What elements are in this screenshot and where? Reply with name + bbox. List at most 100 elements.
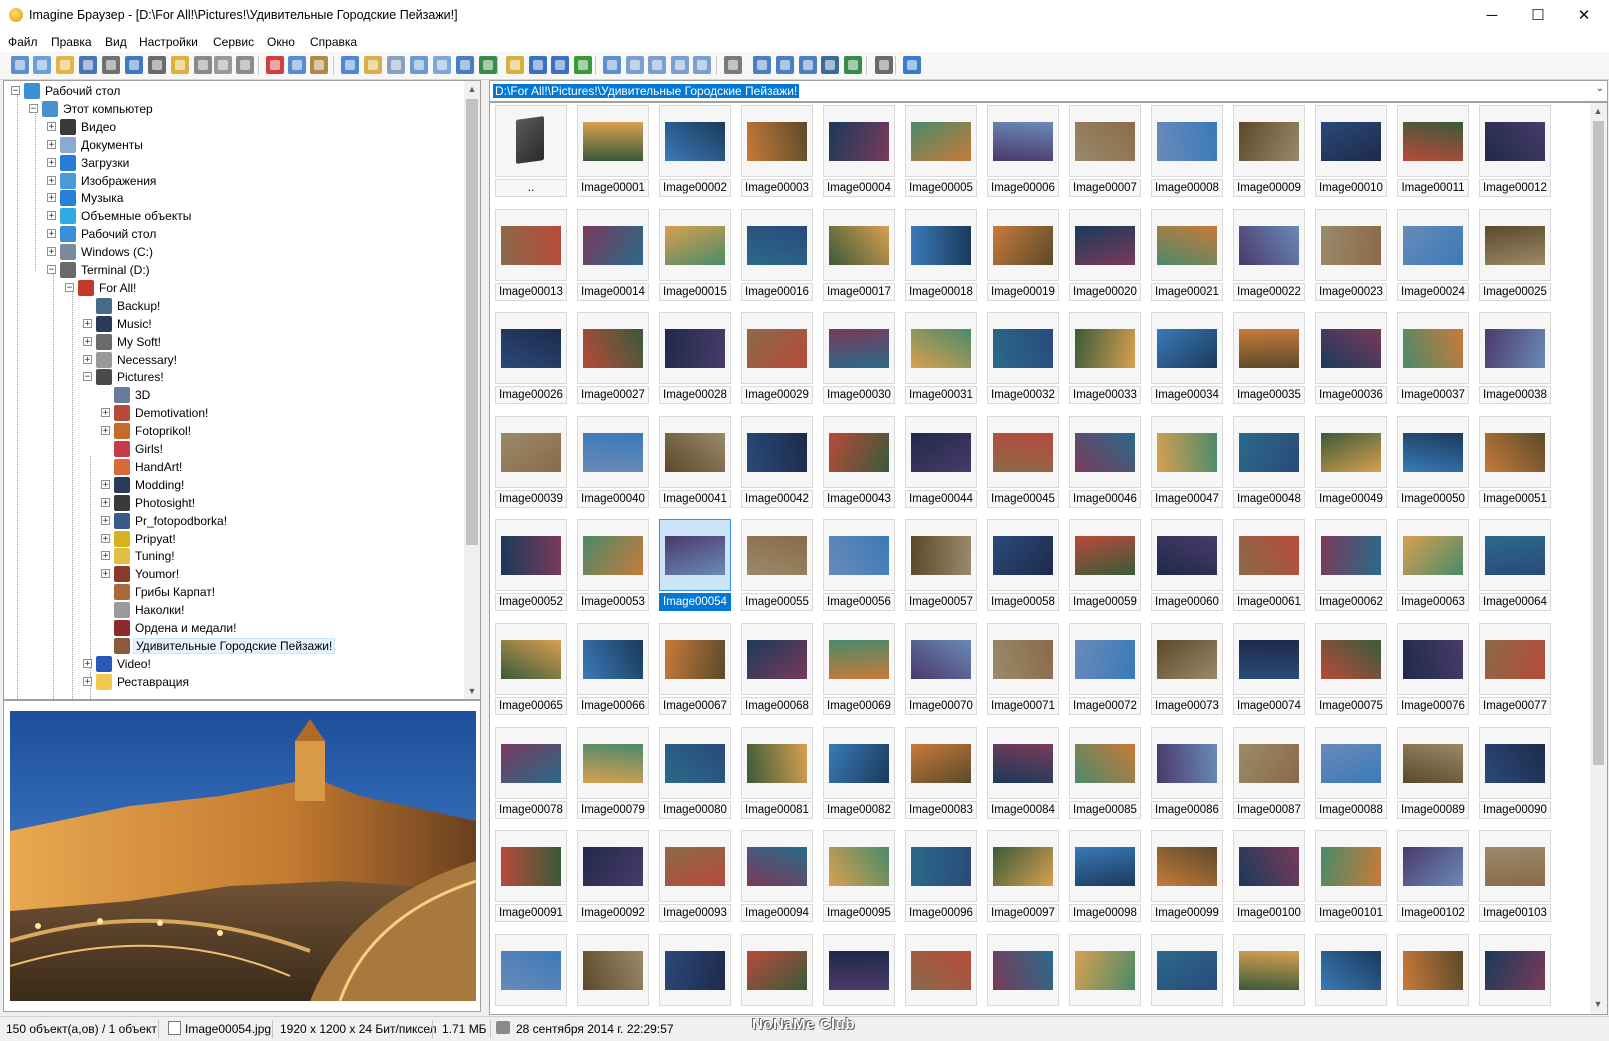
image-thumbnail[interactable]: Image00061 xyxy=(1233,519,1305,613)
image-thumbnail[interactable]: Image00027 xyxy=(577,312,649,406)
image-thumbnail[interactable]: Image00083 xyxy=(905,726,977,821)
monitor-icon[interactable] xyxy=(821,56,839,74)
tree-node[interactable]: + Demotivation! xyxy=(4,404,462,422)
back-icon[interactable] xyxy=(33,56,51,74)
image-thumbnail[interactable]: Image00033 xyxy=(1069,312,1141,406)
image-thumbnail[interactable]: Image00049 xyxy=(1315,415,1387,510)
collapse-icon[interactable]: − xyxy=(83,372,92,382)
menu-window[interactable]: Окно xyxy=(267,35,295,49)
menu-edit[interactable]: Правка xyxy=(51,35,92,49)
image-thumbnail[interactable]: Image00059 xyxy=(1069,519,1141,613)
menu-settings[interactable]: Настройки xyxy=(139,35,198,49)
image-thumbnail[interactable]: Image00087 xyxy=(1233,726,1305,821)
image-thumbnail[interactable]: Image00071 xyxy=(987,623,1059,717)
image-thumbnail[interactable]: Image00005 xyxy=(905,105,977,199)
tree-node[interactable]: − For All! xyxy=(4,279,462,297)
export-icon[interactable] xyxy=(844,56,862,74)
image-thumbnail[interactable]: Image00101 xyxy=(1315,830,1387,924)
image-thumbnail[interactable] xyxy=(1315,933,1387,1014)
image-thumbnail[interactable]: Image00008 xyxy=(1151,105,1223,199)
path-value[interactable]: D:\For All!\Pictures!\Удивительные Город… xyxy=(493,84,800,98)
parent-folder-item[interactable]: .. xyxy=(495,105,567,199)
image-thumbnail[interactable]: Image00038 xyxy=(1479,312,1551,406)
image-thumbnail[interactable]: Image00014 xyxy=(577,208,649,303)
scan-icon[interactable] xyxy=(148,56,166,74)
expand-icon[interactable]: + xyxy=(101,497,110,507)
properties-icon[interactable] xyxy=(236,56,254,74)
scroll-down-icon[interactable]: ▼ xyxy=(1590,996,1606,1012)
image-thumbnail[interactable]: Image00040 xyxy=(577,415,649,510)
convert-icon[interactable] xyxy=(753,56,771,74)
tree-node[interactable]: Backup! xyxy=(4,297,462,315)
image-thumbnail[interactable]: Image00024 xyxy=(1397,208,1469,303)
menu-file[interactable]: Файл xyxy=(8,35,38,49)
image-thumbnail[interactable]: Image00064 xyxy=(1479,519,1551,613)
image-thumbnail[interactable]: Image00072 xyxy=(1069,623,1141,717)
tree-node[interactable]: + Музыка xyxy=(4,189,462,207)
slideshow-icon[interactable] xyxy=(799,56,817,74)
copy-icon[interactable] xyxy=(288,56,306,74)
image-thumbnail[interactable] xyxy=(1479,933,1551,1014)
image-thumbnail[interactable]: Image00048 xyxy=(1233,415,1305,510)
image-thumbnail[interactable]: Image00023 xyxy=(1315,208,1387,303)
image-thumbnail[interactable]: Image00065 xyxy=(495,623,567,717)
grid-scroll-thumb[interactable] xyxy=(1593,121,1604,765)
tree-scrollbar[interactable]: ▲ ▼ xyxy=(464,81,480,699)
image-thumbnail[interactable]: Image00090 xyxy=(1479,726,1551,821)
image-thumbnail[interactable]: Image00025 xyxy=(1479,208,1551,303)
tree-node[interactable]: + Fotoprikol! xyxy=(4,422,462,440)
thumbnails-icon[interactable] xyxy=(603,56,621,74)
image-thumbnail[interactable]: Image00030 xyxy=(823,312,895,406)
tree-node[interactable]: 3D xyxy=(4,386,462,404)
grid-scrollbar[interactable]: ▲ ▼ xyxy=(1590,103,1607,1014)
maximize-button[interactable]: ☐ xyxy=(1515,0,1561,32)
edit-icon[interactable] xyxy=(875,56,893,74)
open-folder-icon[interactable] xyxy=(56,56,74,74)
image-thumbnail[interactable]: Image00026 xyxy=(495,312,567,406)
image-thumbnail[interactable]: Image00029 xyxy=(741,312,813,406)
image-thumbnail[interactable]: Image00060 xyxy=(1151,519,1223,613)
expand-icon[interactable]: + xyxy=(101,408,110,418)
image-thumbnail[interactable]: Image00043 xyxy=(823,415,895,510)
image-thumbnail[interactable]: Image00016 xyxy=(741,208,813,303)
image-thumbnail[interactable]: Image00077 xyxy=(1479,623,1551,717)
image-thumbnail[interactable] xyxy=(905,933,977,1014)
expand-icon[interactable]: + xyxy=(101,479,110,489)
expand-icon[interactable]: + xyxy=(47,157,56,167)
image-thumbnail[interactable]: Image00099 xyxy=(1151,830,1223,924)
tree-node[interactable]: + Windows (C:) xyxy=(4,243,462,261)
close-button[interactable]: ✕ xyxy=(1561,0,1607,32)
grid-large-icon[interactable] xyxy=(456,56,474,74)
image-thumbnail[interactable]: Image00082 xyxy=(823,726,895,821)
image-thumbnail[interactable]: Image00057 xyxy=(905,519,977,613)
image-thumbnail[interactable]: Image00001 xyxy=(577,105,649,199)
table-icon[interactable] xyxy=(693,56,711,74)
expand-icon[interactable]: + xyxy=(101,551,110,561)
arrow-right-icon[interactable] xyxy=(551,56,569,74)
image-thumbnail[interactable]: Image00052 xyxy=(495,519,567,613)
image-thumbnail[interactable] xyxy=(1397,933,1469,1014)
image-thumbnail[interactable] xyxy=(1069,933,1141,1014)
tree-node[interactable]: + Объемные объекты xyxy=(4,207,462,225)
image-thumbnail[interactable]: Image00095 xyxy=(823,830,895,924)
tag-icon[interactable] xyxy=(410,56,428,74)
image-thumbnail[interactable]: Image00034 xyxy=(1151,312,1223,406)
tree-node[interactable]: − Terminal (D:) xyxy=(4,261,462,279)
image-thumbnail[interactable] xyxy=(1151,933,1223,1014)
image-thumbnail[interactable]: Image00088 xyxy=(1315,726,1387,821)
tree-node[interactable]: + Реставрация xyxy=(4,673,462,691)
paste-icon[interactable] xyxy=(310,56,328,74)
help-icon[interactable] xyxy=(903,56,921,74)
expand-icon[interactable]: + xyxy=(47,211,56,221)
image-thumbnail[interactable]: Image00021 xyxy=(1151,208,1223,303)
image-thumbnail[interactable]: Image00080 xyxy=(659,726,731,821)
image-thumbnail[interactable]: Image00078 xyxy=(495,726,567,821)
image-thumbnail[interactable]: Image00006 xyxy=(987,105,1059,199)
minimize-button[interactable]: ─ xyxy=(1469,0,1515,32)
image-view-icon[interactable] xyxy=(479,56,497,74)
image-thumbnail[interactable]: Image00100 xyxy=(1233,830,1305,924)
image-thumbnail[interactable] xyxy=(823,933,895,1014)
image-thumbnail[interactable]: Image00018 xyxy=(905,208,977,303)
image-thumbnail[interactable]: Image00103 xyxy=(1479,830,1551,924)
scroll-up-icon[interactable]: ▲ xyxy=(464,81,480,97)
